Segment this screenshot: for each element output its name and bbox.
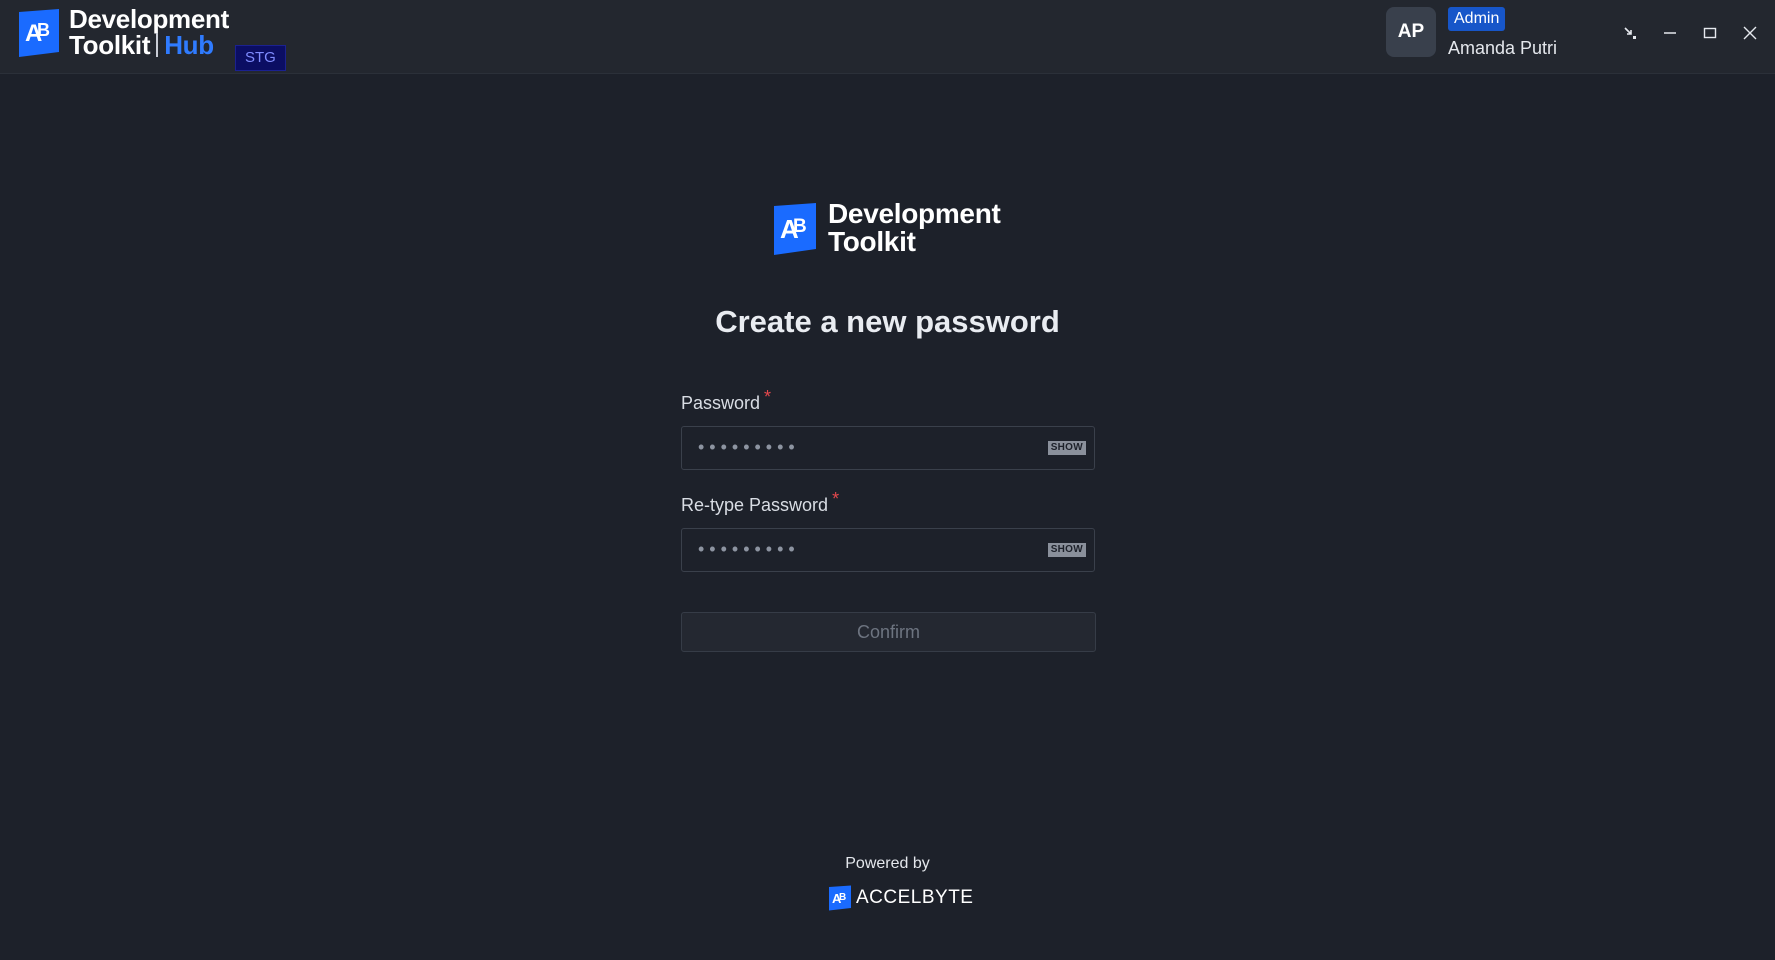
close-button[interactable] [1730,20,1770,46]
user-name: Amanda Putri [1448,38,1558,58]
svg-text:B: B [839,892,846,903]
logo-line-1: Development [828,198,1001,229]
minimize-icon [1664,32,1676,34]
logo-line-2: Toolkit [828,226,916,257]
retype-password-value: ••••••••• [698,539,800,559]
maximize-button[interactable] [1690,20,1730,46]
password-field[interactable]: ••••••••• SHOW [681,426,1095,470]
required-marker: * [832,489,840,509]
brand-line-2: Toolkit [69,30,151,60]
powered-by-text: Powered by [845,855,930,872]
svg-text:B: B [793,216,807,237]
accelbyte-logo-icon: A B [774,203,816,255]
retype-password-label-text: Re-type Password [681,495,829,515]
window-controls [1610,20,1770,46]
user-profile[interactable]: AP Admin Amanda Putri [1386,7,1557,59]
svg-text:B: B [37,20,50,40]
title-bar: A B Development Toolkit Hub STG AP Admin… [0,0,1775,74]
brand-hub: Hub [164,30,214,60]
environment-badge: STG [235,45,286,71]
show-retype-password-button[interactable]: SHOW [1047,543,1086,557]
accelbyte-logo-icon: A B [19,9,59,57]
accelbyte-logo-icon: A B [829,885,851,911]
show-password-button[interactable]: SHOW [1047,441,1086,455]
collapse-icon [1624,27,1636,39]
retype-password-label: Re-type Password * [681,489,839,516]
company-name: ACCELBYTE [856,887,974,908]
brand-line-1: Development [69,4,229,34]
close-icon [1743,26,1757,40]
password-label: Password * [681,387,771,414]
maximize-icon [1703,27,1717,39]
accelbyte-footer-logo: A B ACCELBYTE [828,885,973,911]
password-label-text: Password [681,393,761,413]
minimize-button[interactable] [1650,20,1690,46]
center-logo: A B Development Toolkit [772,200,1001,256]
confirm-button[interactable]: Confirm [681,612,1096,652]
password-value: ••••••••• [698,437,800,457]
avatar[interactable]: AP [1386,7,1436,57]
app-brand: A B Development Toolkit Hub [17,6,229,58]
brand-divider [156,33,159,57]
collapse-button[interactable] [1610,20,1650,46]
required-marker: * [764,387,772,407]
retype-password-field[interactable]: ••••••••• SHOW [681,528,1095,572]
page-title: Create a new password [715,304,1060,339]
role-badge: Admin [1448,7,1506,31]
